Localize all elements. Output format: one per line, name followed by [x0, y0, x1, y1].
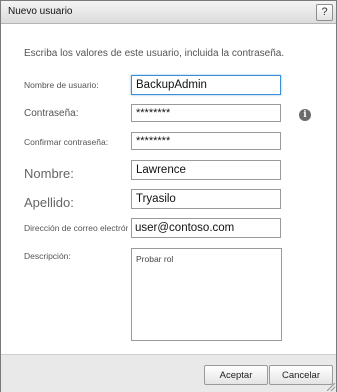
description-label: Descripción:	[24, 251, 71, 261]
help-button[interactable]: ?	[316, 4, 333, 21]
help-icon: ?	[321, 6, 328, 18]
email-field[interactable]: user@contoso.com	[131, 218, 281, 238]
last-name-field[interactable]: Tryasilo	[131, 189, 281, 209]
last-name-label: Apellido:	[24, 195, 74, 210]
info-icon[interactable]: i	[299, 109, 311, 121]
password-field[interactable]: ********	[131, 104, 281, 122]
cancel-button[interactable]: Cancelar	[269, 365, 333, 385]
resize-grip-icon[interactable]	[327, 383, 335, 391]
instructions-text: Escriba los valores de este usuario, inc…	[24, 48, 285, 59]
username-field[interactable]: BackupAdmin	[131, 75, 281, 95]
confirm-password-field[interactable]: ********	[131, 132, 281, 150]
accept-button[interactable]: Aceptar	[204, 365, 268, 385]
title-bar[interactable]: Nuevo usuario ?	[1, 1, 336, 24]
description-textarea[interactable]: Probar rol	[131, 248, 282, 341]
email-label: Dirección de correo electrónico:	[24, 223, 128, 233]
password-label: Contraseña:	[24, 108, 79, 119]
new-user-dialog: Nuevo usuario ? Escriba los valores de e…	[0, 0, 337, 392]
dialog-footer: Aceptar Cancelar	[1, 354, 336, 392]
first-name-field[interactable]: Lawrence	[131, 160, 281, 180]
first-name-label: Nombre:	[24, 166, 74, 181]
confirm-password-label: Confirmar contraseña:	[24, 137, 109, 147]
dialog-title: Nuevo usuario	[8, 6, 73, 17]
username-label: Nombre de usuario:	[24, 80, 99, 90]
